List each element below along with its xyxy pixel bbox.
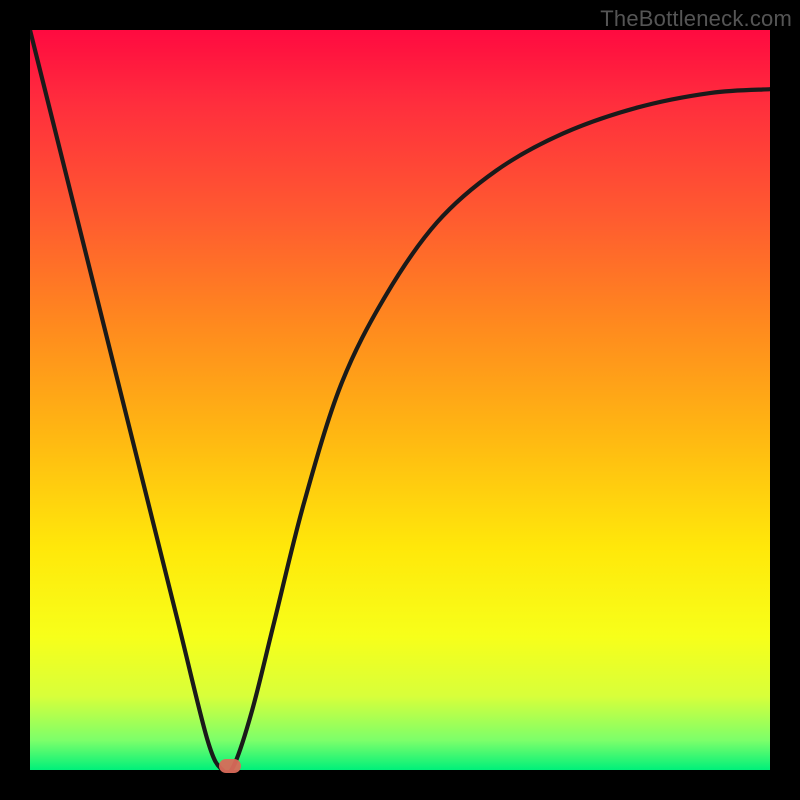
plot-area (30, 30, 770, 770)
chart-frame: TheBottleneck.com (0, 0, 800, 800)
curve-svg (30, 30, 770, 770)
bottleneck-curve (30, 30, 770, 770)
watermark-text: TheBottleneck.com (600, 6, 792, 32)
optimum-marker (219, 759, 241, 773)
